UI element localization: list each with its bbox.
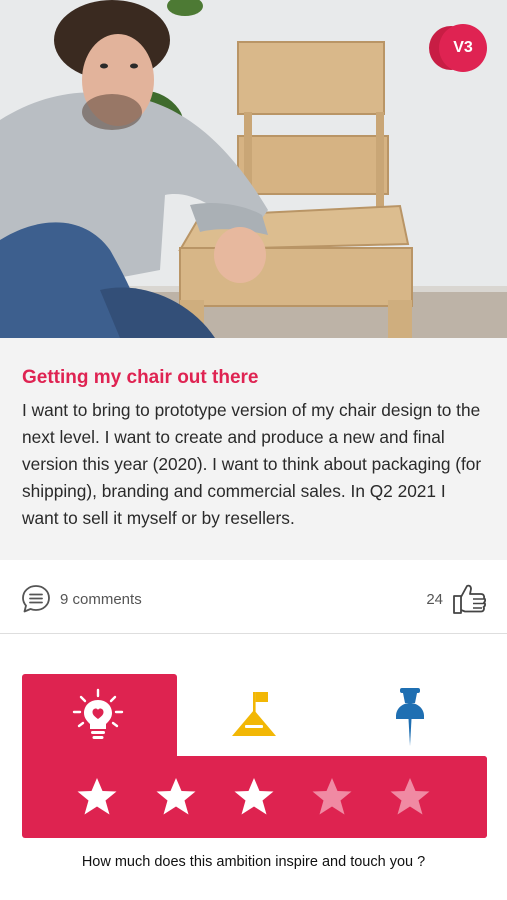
rating-star-4[interactable] xyxy=(311,776,353,818)
rating-star-3[interactable] xyxy=(233,776,275,818)
ambition-title: Getting my chair out there xyxy=(22,367,259,388)
ambition-description: Getting my chair out there I want to bri… xyxy=(0,338,507,560)
social-bar: 9 comments 24 xyxy=(0,562,507,634)
comments-count-label: 9 comments xyxy=(60,590,142,608)
hero-photo: V3 xyxy=(0,0,507,338)
rating-question: How much does this ambition inspire and … xyxy=(81,854,426,870)
rating-star-5[interactable] xyxy=(389,776,431,818)
like-button[interactable]: 24 xyxy=(426,582,487,616)
ambition-body: I want to bring to prototype version of … xyxy=(22,400,482,528)
version-label: V3 xyxy=(439,24,487,72)
comments-button[interactable]: 9 comments xyxy=(20,583,142,615)
likes-count: 24 xyxy=(426,590,443,608)
lightbulb-heart-icon[interactable] xyxy=(70,688,126,744)
rating-star-2[interactable] xyxy=(155,776,197,818)
rating-card xyxy=(22,674,487,838)
flag-mountain-icon[interactable] xyxy=(226,688,282,744)
speech-bubble-list-icon xyxy=(22,585,50,613)
version-badge[interactable]: V3 xyxy=(429,24,487,74)
pushpin-icon[interactable] xyxy=(384,686,436,748)
thumbs-up-icon xyxy=(453,584,487,614)
rating-star-1[interactable] xyxy=(76,776,118,818)
